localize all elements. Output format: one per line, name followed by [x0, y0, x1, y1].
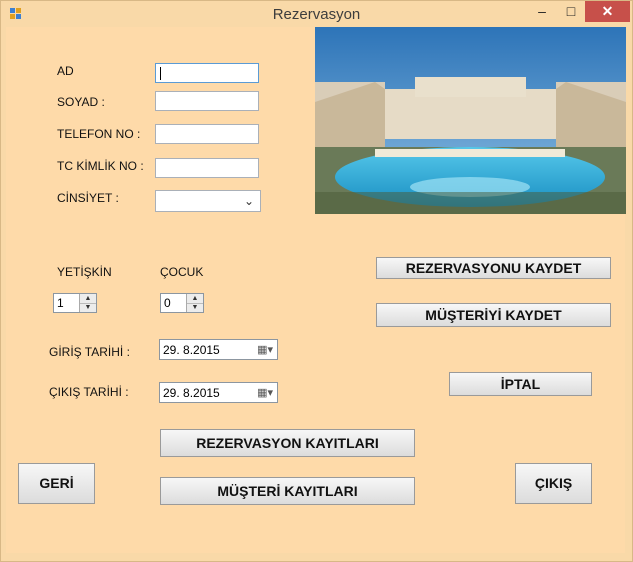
- minimize-button[interactable]: –: [528, 1, 556, 22]
- save-customer-button[interactable]: MÜŞTERİYİ KAYDET: [376, 303, 611, 327]
- calendar-dropdown-icon[interactable]: ▦▾: [257, 386, 273, 399]
- calendar-dropdown-icon[interactable]: ▦▾: [257, 343, 273, 356]
- ad-label: AD: [57, 64, 74, 78]
- giris-date-value: 29. 8.2015: [163, 343, 220, 357]
- cinsiyet-select[interactable]: ⌄: [155, 190, 261, 212]
- cikis-date-value: 29. 8.2015: [163, 386, 220, 400]
- tc-kimlik-label: TC KİMLİK NO :: [57, 159, 144, 173]
- exit-button[interactable]: ÇIKIŞ: [515, 463, 592, 504]
- cocuk-value: 0: [164, 296, 171, 310]
- cocuk-stepper[interactable]: 0 ▲ ▼: [160, 293, 204, 313]
- giris-tarihi-label: GİRİŞ TARİHİ :: [49, 345, 130, 359]
- cinsiyet-label: CİNSİYET :: [57, 191, 119, 205]
- chevron-down-icon: ⌄: [243, 194, 254, 208]
- decrement-arrow-icon[interactable]: ▼: [80, 303, 96, 312]
- text-caret: [160, 67, 161, 80]
- cocuk-label: ÇOCUK: [160, 265, 204, 279]
- soyad-label: SOYAD :: [57, 95, 105, 109]
- yetiskin-label: YETİŞKİN: [57, 265, 112, 279]
- ad-field[interactable]: [155, 63, 259, 83]
- save-reservation-button[interactable]: REZERVASYONU KAYDET: [376, 257, 611, 279]
- cancel-button[interactable]: İPTAL: [449, 372, 592, 396]
- cikis-tarihi-label: ÇIKIŞ TARİHİ :: [49, 385, 129, 399]
- telefon-label: TELEFON NO :: [57, 127, 141, 141]
- cikis-date-picker[interactable]: 29. 8.2015 ▦▾: [159, 382, 278, 403]
- yetiskin-stepper[interactable]: 1 ▲ ▼: [53, 293, 97, 313]
- close-button[interactable]: ✕: [585, 1, 630, 22]
- telefon-field[interactable]: [155, 124, 259, 144]
- decrement-arrow-icon[interactable]: ▼: [187, 303, 203, 312]
- reservation-records-button[interactable]: REZERVASYON KAYITLARI: [160, 429, 415, 457]
- giris-date-picker[interactable]: 29. 8.2015 ▦▾: [159, 339, 278, 360]
- title-bar: Rezervasyon – □ ✕: [1, 1, 632, 28]
- customer-records-button[interactable]: MÜŞTERİ KAYITLARI: [160, 477, 415, 505]
- tc-kimlik-field[interactable]: [155, 158, 259, 178]
- soyad-field[interactable]: [155, 91, 259, 111]
- maximize-button[interactable]: □: [557, 1, 585, 22]
- hotel-photo: [315, 27, 626, 214]
- yetiskin-value: 1: [57, 296, 64, 310]
- back-button[interactable]: GERİ: [18, 463, 95, 504]
